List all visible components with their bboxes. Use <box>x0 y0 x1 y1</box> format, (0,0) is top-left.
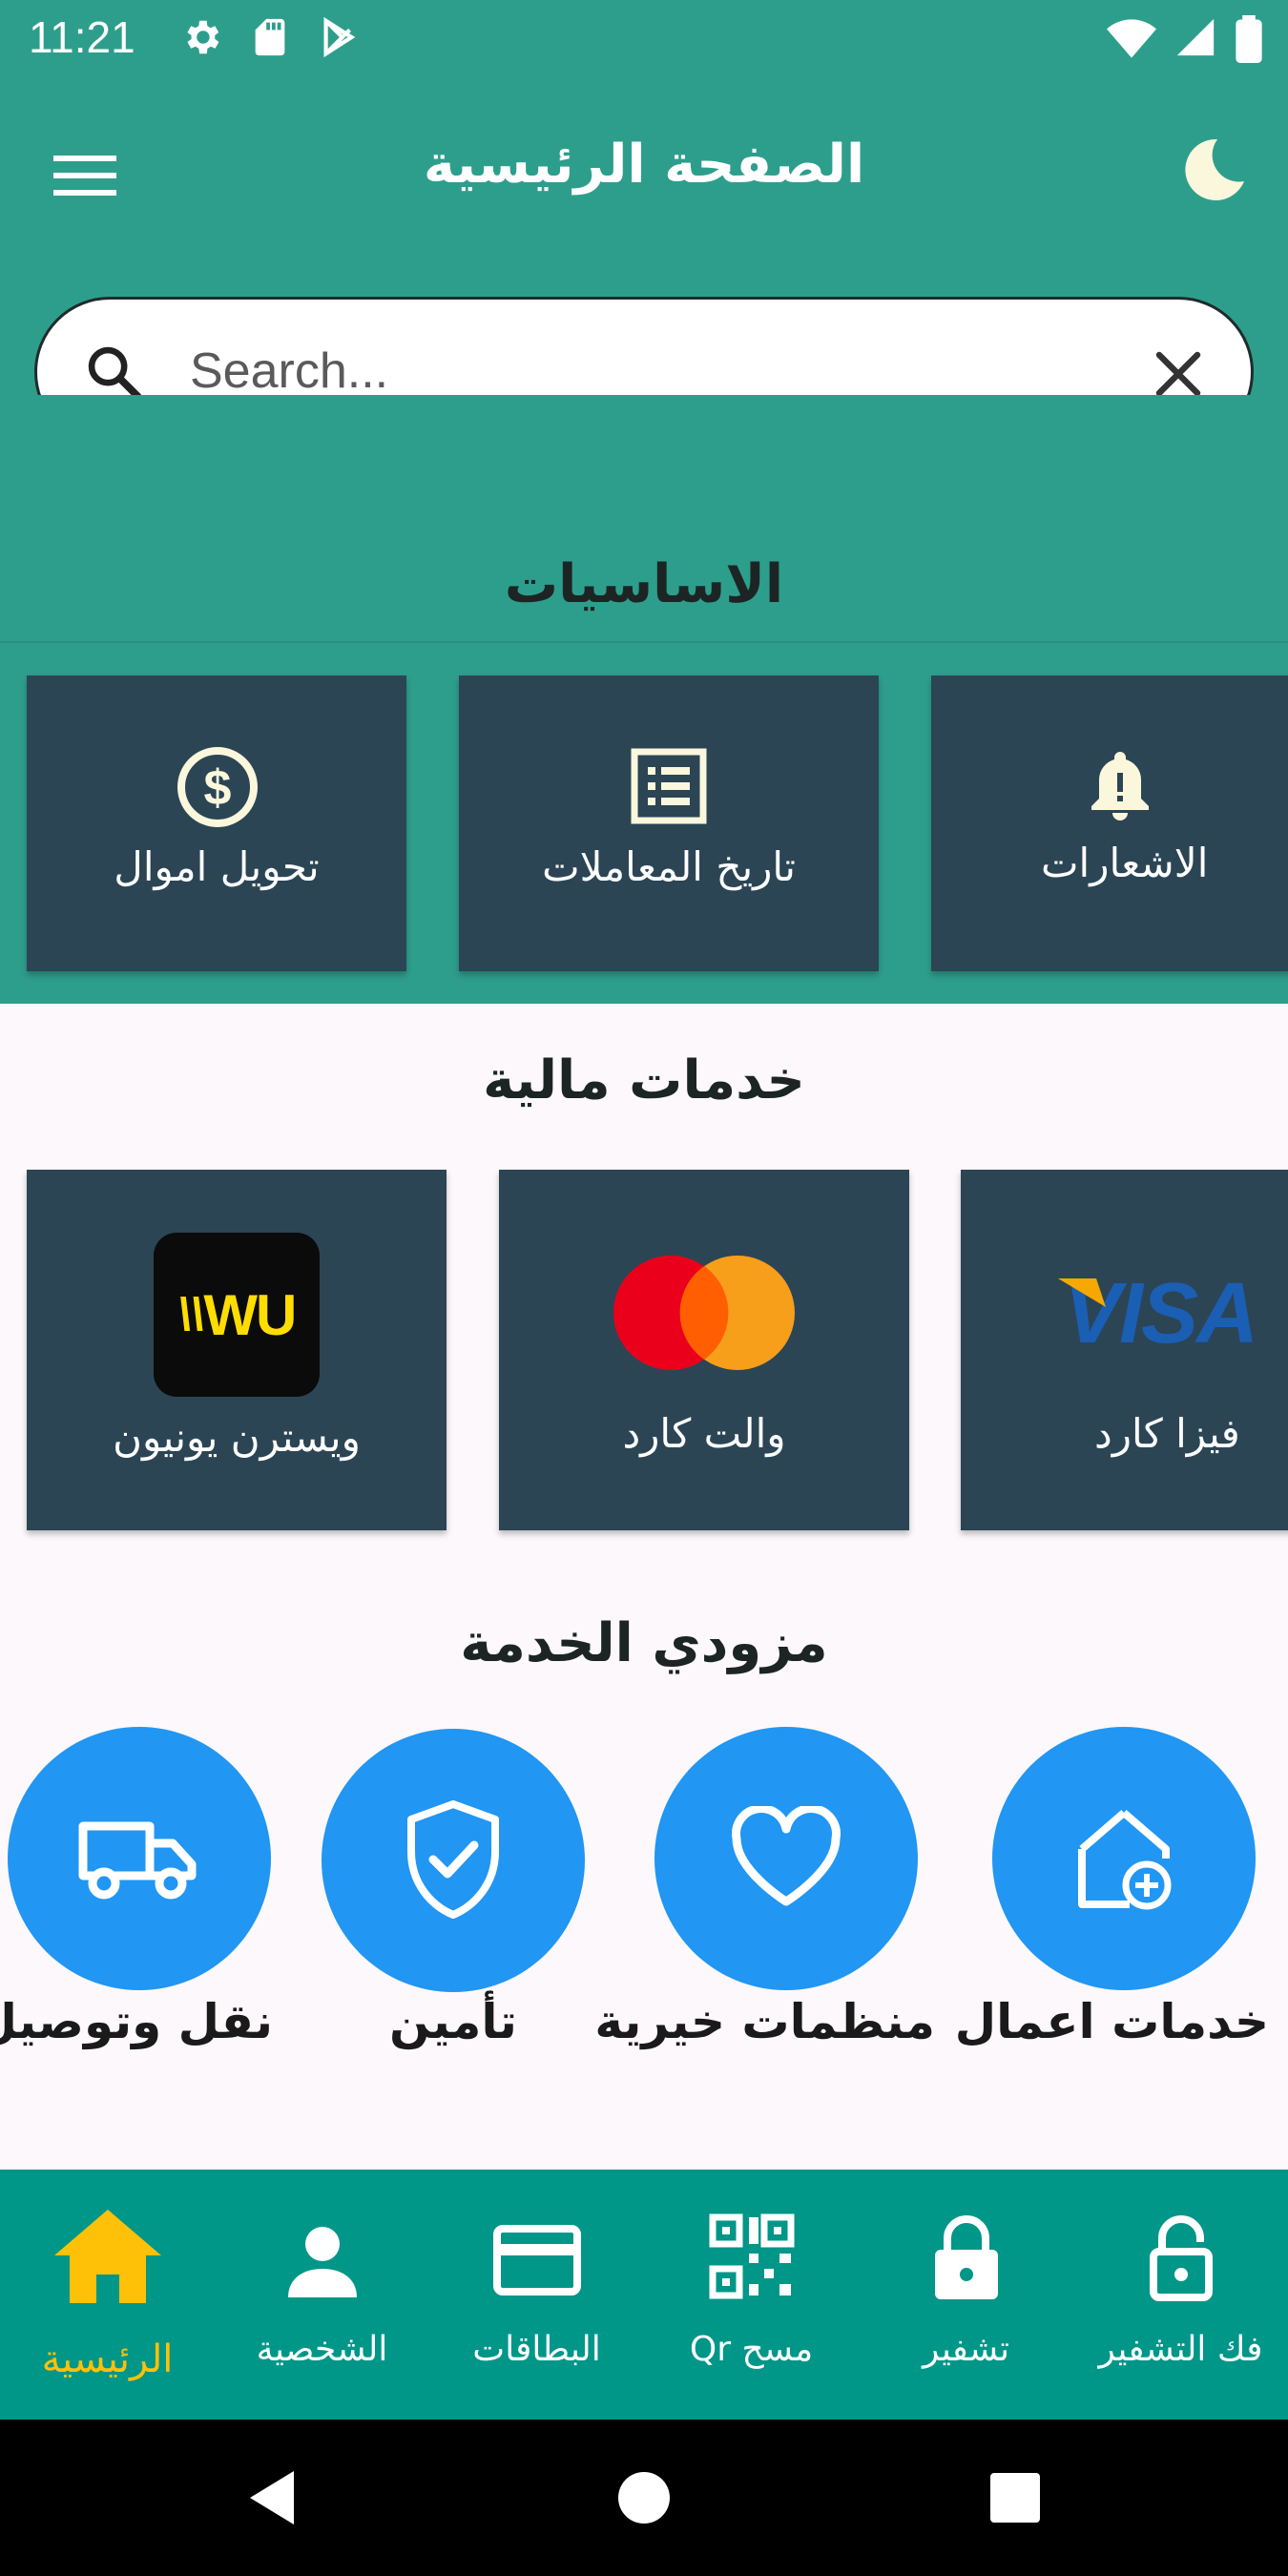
status-time: 11:21 <box>29 12 135 62</box>
back-icon[interactable] <box>237 2458 317 2538</box>
signal-icon <box>1176 18 1215 56</box>
dollar-circle-icon: $ <box>177 747 258 827</box>
system-navigation-bar <box>0 2420 1288 2576</box>
tile-label: تاريخ المعاملات <box>542 843 796 890</box>
nav-encrypt[interactable]: تشفير <box>859 2170 1073 2420</box>
charities-button[interactable] <box>654 1727 918 1990</box>
divider <box>0 641 1288 643</box>
circle-label: خدمات اعمال <box>954 1994 1269 2049</box>
transaction-history-tile[interactable]: تاريخ المعاملات <box>459 675 879 971</box>
nav-profile[interactable]: الشخصية <box>215 2170 429 2420</box>
nav-label: الرئيسية <box>41 2337 174 2381</box>
heart-icon <box>732 1806 841 1906</box>
western-union-tile[interactable]: \\ WU ويسترن يونيون <box>27 1170 447 1530</box>
wallet-card-tile[interactable]: والت كارد <box>499 1170 909 1530</box>
business-services-button[interactable] <box>992 1727 1256 1990</box>
tile-label: تحويل اموال <box>114 843 320 890</box>
tile-label: ويسترن يونيون <box>113 1414 361 1461</box>
credit-card-icon <box>492 2225 581 2296</box>
page-title: الصفحة الرئيسية <box>423 134 865 196</box>
nav-home[interactable]: الرئيسية <box>0 2170 215 2420</box>
tile-label: فيزا كارد <box>1094 1410 1240 1457</box>
visa-accent-mark <box>1058 1278 1106 1307</box>
circle-label: نقل وتوصيل <box>0 1994 273 2049</box>
tile-label: الاشعارات <box>1041 840 1209 886</box>
financial-services-title: خدمات مالية <box>483 1049 805 1111</box>
western-union-logo: \\ WU <box>154 1233 320 1397</box>
nav-decrypt[interactable]: فك التشفير <box>1073 2170 1288 2420</box>
nav-label: البطاقات <box>472 2330 601 2369</box>
moon-icon <box>1185 138 1244 200</box>
clear-search-icon[interactable] <box>1150 345 1207 403</box>
home-circle-icon[interactable] <box>604 2458 684 2538</box>
theme-toggle-button[interactable] <box>1174 132 1250 208</box>
nav-label: فك التشفير <box>1098 2330 1263 2369</box>
notifications-tile[interactable]: الاشعارات <box>931 675 1288 971</box>
battery-icon <box>1236 15 1262 63</box>
lock-open-icon <box>1149 2215 1213 2301</box>
bottom-navigation: الرئيسية الشخصية البطاقات مسح Qr تشفير ف… <box>0 2170 1288 2420</box>
nav-label: الشخصية <box>256 2330 388 2369</box>
circle-label: تأمين <box>389 1994 517 2049</box>
home-icon <box>53 2210 161 2303</box>
nav-label: مسح Qr <box>689 2330 814 2369</box>
basics-section: الاساسيات $ تحويل اموال تاريخ المعاملات … <box>0 395 1288 1004</box>
logo-text: WU <box>203 1282 297 1347</box>
home-add-icon <box>1078 1809 1172 1910</box>
nav-label: تشفير <box>922 2330 1010 2369</box>
basics-title: الاساسيات <box>504 553 784 615</box>
nav-cards[interactable]: البطاقات <box>429 2170 644 2420</box>
list-icon <box>631 748 707 824</box>
sd-card-icon <box>255 18 285 56</box>
shield-check-icon <box>407 1800 499 1919</box>
circle-label: منظمات خيرية <box>594 1994 935 2049</box>
visa-card-tile[interactable]: VISA فيزا كارد <box>961 1170 1288 1530</box>
qr-code-icon <box>709 2213 794 2299</box>
transfer-money-tile[interactable]: $ تحويل اموال <box>27 675 406 971</box>
wifi-icon <box>1107 19 1156 58</box>
svg-text:$: $ <box>204 760 232 816</box>
settings-icon <box>187 20 219 54</box>
play-store-icon <box>323 16 356 58</box>
nav-scan-qr[interactable]: مسح Qr <box>644 2170 859 2420</box>
transport-delivery-button[interactable] <box>8 1727 271 1990</box>
recents-icon[interactable] <box>975 2458 1055 2538</box>
person-icon <box>287 2227 357 2297</box>
insurance-button[interactable] <box>322 1729 585 1992</box>
truck-icon <box>78 1821 197 1900</box>
mastercard-logo <box>613 1256 795 1370</box>
app-bar: الصفحة الرئيسية <box>0 80 1288 261</box>
lock-icon <box>934 2215 998 2299</box>
status-bar: 11:21 <box>0 0 1288 80</box>
bell-alert-icon <box>1091 752 1149 821</box>
service-providers-title: مزودي الخدمة <box>460 1612 828 1674</box>
tile-label: والت كارد <box>622 1410 786 1457</box>
